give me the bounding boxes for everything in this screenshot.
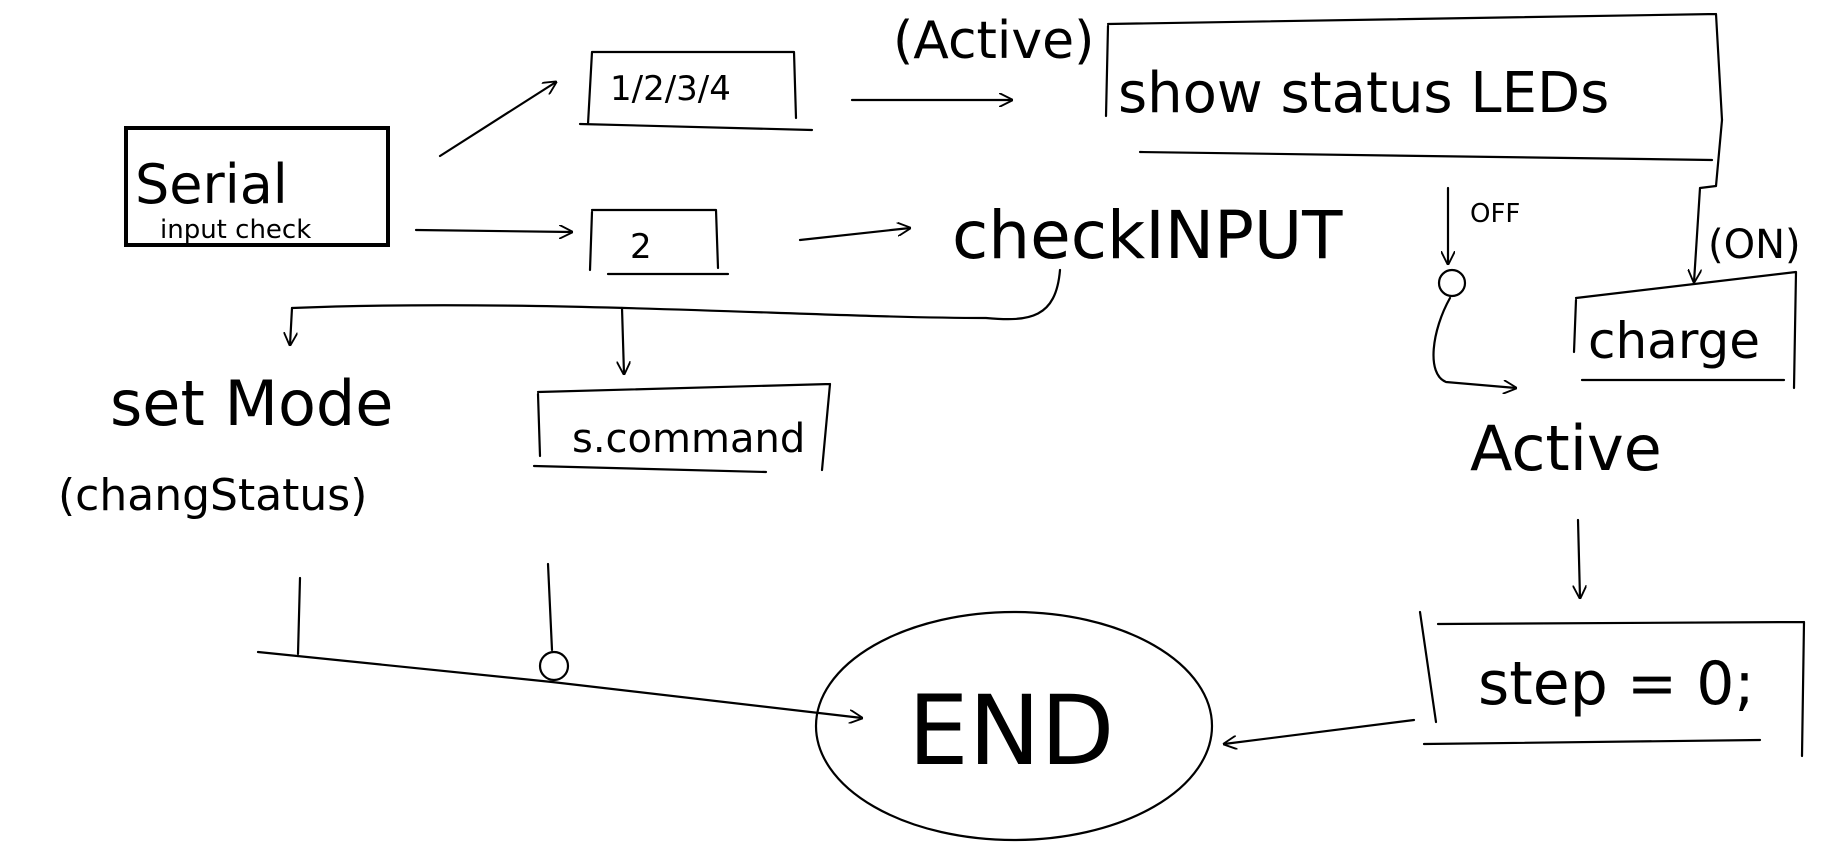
- show-status-leds-node: show status LEDs: [1104, 12, 1724, 162]
- arrow-active-to-step: [1578, 518, 1580, 598]
- arrow-to-s-command: [622, 306, 624, 374]
- set-mode-node: set Mode (changStatus): [58, 367, 393, 521]
- end-label: END: [908, 675, 1114, 787]
- off-junction-circle: [1437, 268, 1467, 298]
- flowchart-canvas: Serial input check 1/2/3/4 2 (Active) sh…: [58, 11, 1806, 842]
- arrow-step-to-end: [1224, 718, 1416, 744]
- active-node-label: Active: [1470, 412, 1662, 485]
- s-command-node: s.command: [532, 382, 832, 474]
- arrow-box-2-to-check-input: [798, 228, 910, 242]
- set-mode-label: set Mode: [110, 367, 393, 440]
- option-box-1234-label: 1/2/3/4: [610, 69, 731, 109]
- line-s-command-down: [546, 562, 554, 652]
- arrow-to-end: [256, 650, 862, 718]
- s-command-label: s.command: [572, 416, 805, 462]
- on-edge-label: (ON): [1708, 222, 1801, 268]
- charge-node: charge: [1572, 270, 1798, 390]
- change-status-label: (changStatus): [58, 470, 367, 521]
- line-set-mode-down: [296, 576, 302, 656]
- serial-input-check-label: input check: [160, 215, 311, 245]
- arrow-serial-to-box-2: [414, 230, 572, 232]
- charge-label: charge: [1588, 312, 1760, 370]
- end-node: END: [814, 610, 1214, 842]
- serial-input-check-node: Serial input check: [124, 126, 390, 247]
- arrow-serial-to-box-1234: [438, 82, 556, 158]
- active-top-label: (Active): [893, 11, 1094, 71]
- show-status-leds-label: show status LEDs: [1118, 61, 1609, 126]
- arrow-off-to-active: [1432, 296, 1516, 388]
- off-edge-label: OFF: [1470, 199, 1520, 229]
- arrow-to-set-mode: [290, 306, 292, 345]
- option-box-2: 2: [588, 208, 730, 276]
- option-box-1234: 1/2/3/4: [578, 50, 814, 132]
- s-command-junction-circle: [538, 650, 570, 682]
- step-zero-label: step = 0;: [1478, 649, 1755, 719]
- step-zero-node: step = 0;: [1418, 610, 1806, 758]
- option-box-2-label: 2: [630, 227, 652, 267]
- connector-check-input-branch: [290, 268, 1062, 321]
- check-input-label: checkINPUT: [952, 197, 1343, 274]
- serial-label: Serial: [135, 153, 288, 216]
